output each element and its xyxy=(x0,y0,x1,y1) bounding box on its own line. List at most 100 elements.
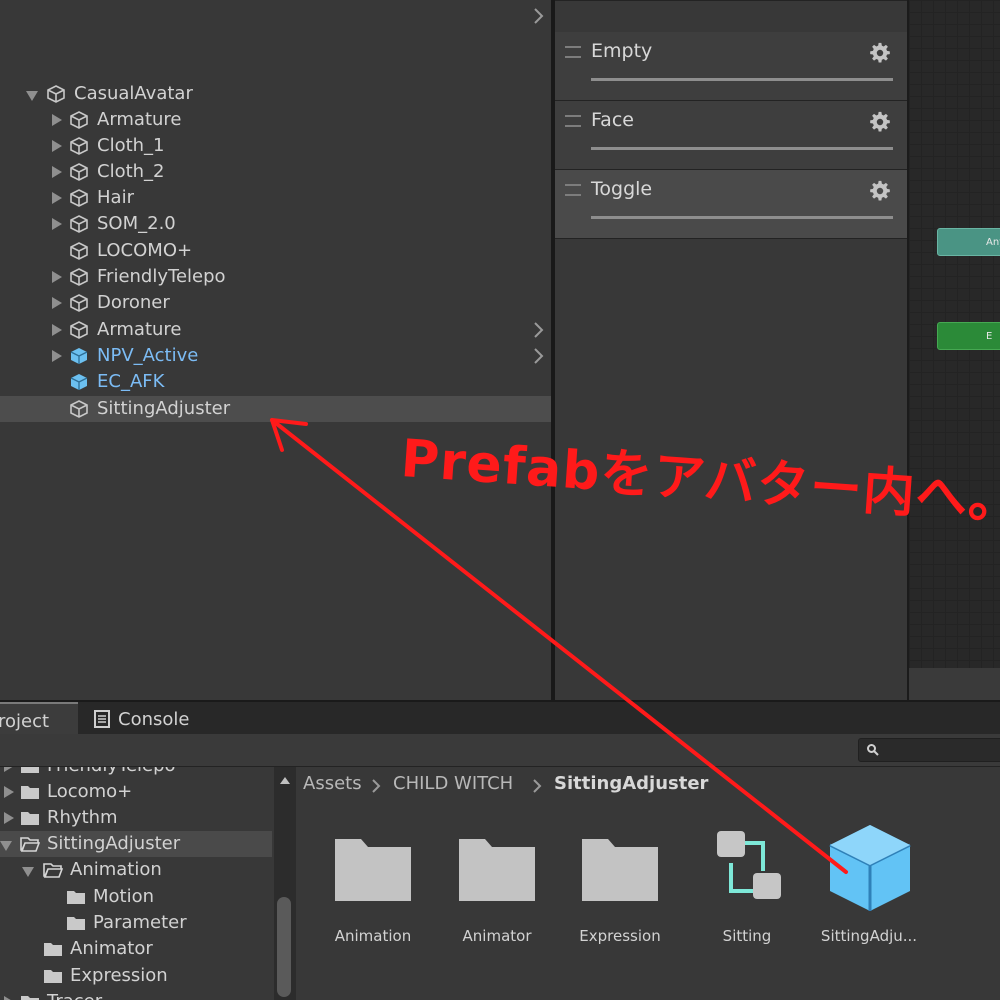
layer-weight-bar xyxy=(591,147,893,150)
asset-folder-animation[interactable]: Animation xyxy=(318,827,428,967)
asset-label: SittingAdju... xyxy=(820,927,918,945)
hierarchy-item-label: EC_AFK xyxy=(97,371,165,392)
folder-item-tracer[interactable]: Tracer xyxy=(0,989,272,1000)
hierarchy-item-ec-afk[interactable]: EC_AFK xyxy=(0,369,551,395)
folder-item-sittingadjuster[interactable]: SittingAdjuster xyxy=(0,831,272,857)
folder-item-parameter[interactable]: Parameter xyxy=(0,910,272,936)
fold-open-icon[interactable] xyxy=(22,857,36,883)
layer-item-toggle[interactable]: Toggle xyxy=(555,170,907,239)
asset-folder-expression[interactable]: Expression xyxy=(565,827,675,967)
state-node-any[interactable]: Any xyxy=(937,228,1000,256)
hierarchy-item-sittingadjuster[interactable]: SittingAdjuster xyxy=(0,396,551,422)
tab-label: roject xyxy=(0,711,50,732)
layer-item-face[interactable]: Face xyxy=(555,101,907,170)
gear-icon[interactable] xyxy=(869,180,891,202)
animator-graph-panel[interactable]: Any E xyxy=(907,0,1000,700)
fold-closed-icon[interactable] xyxy=(50,185,64,211)
folder-icon xyxy=(459,839,535,901)
folder-item-expression[interactable]: Expression xyxy=(0,963,272,989)
layer-weight-bar xyxy=(591,216,893,219)
hierarchy-item-som[interactable]: SOM_2.0 xyxy=(0,211,551,237)
asset-animator-sitting[interactable]: Sitting xyxy=(692,827,802,967)
fold-closed-icon[interactable] xyxy=(50,317,64,343)
gear-icon[interactable] xyxy=(869,111,891,133)
asset-label: Animation xyxy=(334,927,412,945)
gameobject-icon xyxy=(70,268,88,286)
animator-layers-panel: Empty Face Toggle xyxy=(555,0,907,700)
fold-closed-icon[interactable] xyxy=(50,264,64,290)
folder-icon xyxy=(335,839,411,901)
folder-item-animator[interactable]: Animator xyxy=(0,936,272,962)
folder-item-motion[interactable]: Motion xyxy=(0,884,272,910)
drag-handle-icon[interactable] xyxy=(565,184,581,196)
search-icon xyxy=(867,744,879,756)
folder-item-friendlytelepo[interactable]: FriendlyTelepo xyxy=(0,767,272,779)
breadcrumb-item[interactable]: CHILD WITCH xyxy=(393,773,513,794)
prefab-icon xyxy=(70,348,88,364)
fold-closed-icon[interactable] xyxy=(50,159,64,185)
gameobject-icon xyxy=(70,294,88,312)
fold-closed-icon[interactable] xyxy=(2,779,16,805)
fold-closed-icon[interactable] xyxy=(2,767,16,779)
folder-icon xyxy=(21,767,39,773)
asset-prefab-sittingadjuster[interactable]: SittingAdju... xyxy=(814,825,924,967)
state-node-entry[interactable]: E xyxy=(937,322,1000,350)
folder-tree-scrollbar[interactable] xyxy=(274,767,296,1000)
hierarchy-item-hair[interactable]: Hair xyxy=(0,185,551,211)
hierarchy-item-armature-2[interactable]: Armature xyxy=(0,317,551,343)
chevron-right-icon[interactable] xyxy=(532,6,546,26)
hierarchy-item-cloth-2[interactable]: Cloth_2 xyxy=(0,159,551,185)
layer-item-empty[interactable]: Empty xyxy=(555,32,907,101)
hierarchy-item-label: Armature xyxy=(97,319,182,340)
folder-icon xyxy=(44,943,62,956)
folder-item-rhythm[interactable]: Rhythm xyxy=(0,805,272,831)
tab-project[interactable]: roject xyxy=(0,702,78,738)
scrollbar-thumb[interactable] xyxy=(277,897,291,997)
drag-handle-icon[interactable] xyxy=(565,115,581,127)
fold-closed-icon[interactable] xyxy=(50,290,64,316)
folder-open-icon xyxy=(43,863,63,878)
folder-item-animation[interactable]: Animation xyxy=(0,857,272,883)
hierarchy-item-doroner[interactable]: Doroner xyxy=(0,290,551,316)
fold-closed-icon[interactable] xyxy=(2,805,16,831)
chevron-right-icon[interactable] xyxy=(532,346,546,366)
gameobject-icon xyxy=(70,215,88,233)
state-node-label: E xyxy=(986,331,993,342)
fold-closed-icon[interactable] xyxy=(50,211,64,237)
gameobject-icon xyxy=(70,111,88,129)
folder-item-locomo[interactable]: Locomo+ xyxy=(0,779,272,805)
breadcrumb-item[interactable]: Assets xyxy=(303,773,362,794)
asset-label: Animator xyxy=(462,927,532,945)
hierarchy-item-armature[interactable]: Armature xyxy=(0,107,551,133)
hierarchy-item-npv-active[interactable]: NPV_Active xyxy=(0,343,551,369)
gameobject-icon xyxy=(47,85,65,103)
hierarchy-item-locomo[interactable]: LOCOMO+ xyxy=(0,238,551,264)
folder-icon xyxy=(67,891,85,904)
breadcrumb-separator-icon xyxy=(533,779,542,793)
fold-closed-icon[interactable] xyxy=(50,343,64,369)
folder-label: Motion xyxy=(93,886,155,907)
hierarchy-item-casualavatar[interactable]: CasualAvatar xyxy=(0,81,551,107)
gear-icon[interactable] xyxy=(869,42,891,64)
hierarchy-item-label: FriendlyTelepo xyxy=(97,266,226,287)
tab-console[interactable]: Console xyxy=(92,702,212,736)
tab-label: Console xyxy=(118,709,190,730)
breadcrumb-item[interactable]: SittingAdjuster xyxy=(554,773,708,794)
hierarchy-item-friendlytelepo[interactable]: FriendlyTelepo xyxy=(0,264,551,290)
fold-open-icon[interactable] xyxy=(26,81,40,107)
scroll-up-arrow-icon[interactable] xyxy=(279,775,291,785)
state-node-label: Any xyxy=(986,237,1000,248)
asset-label: Sitting xyxy=(722,927,772,945)
chevron-right-icon[interactable] xyxy=(532,320,546,340)
fold-open-icon[interactable] xyxy=(0,831,14,857)
hierarchy-item-label: SOM_2.0 xyxy=(97,213,176,234)
search-input[interactable] xyxy=(858,738,1000,762)
fold-closed-icon[interactable] xyxy=(50,107,64,133)
drag-handle-icon[interactable] xyxy=(565,46,581,58)
fold-closed-icon[interactable] xyxy=(2,989,16,1000)
gameobject-icon xyxy=(70,137,88,155)
fold-closed-icon[interactable] xyxy=(50,133,64,159)
layer-item-partial[interactable] xyxy=(555,0,907,1)
hierarchy-item-cloth-1[interactable]: Cloth_1 xyxy=(0,133,551,159)
asset-folder-animator[interactable]: Animator xyxy=(442,827,552,967)
